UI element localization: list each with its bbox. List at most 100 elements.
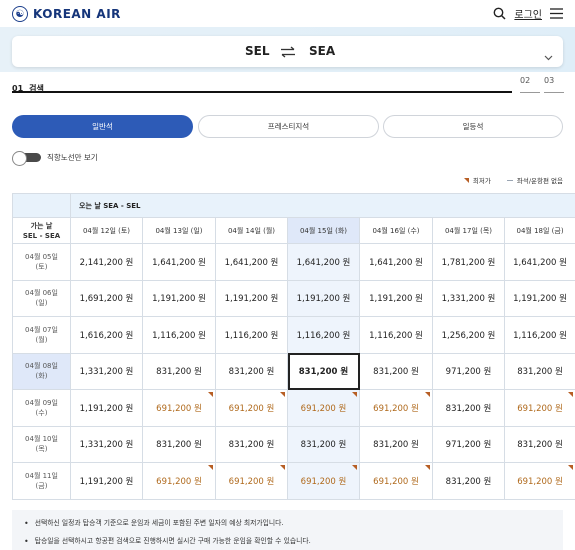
fare-cell[interactable]: 831,200 원: [359, 425, 433, 463]
fare-cell[interactable]: 1,331,200 원: [70, 425, 143, 463]
taeguk-logo-icon: ☯: [12, 6, 28, 22]
fare-cell[interactable]: 691,200 원: [503, 389, 575, 427]
depart-date: 04월 10일: [25, 435, 58, 444]
fare-cell[interactable]: 691,200 원: [142, 462, 216, 500]
fare-cell[interactable]: 831,200 원: [215, 352, 288, 390]
fare-cell[interactable]: 691,200 원: [287, 389, 360, 427]
depart-date-header: 04월 11일 (금): [12, 462, 71, 500]
fare-cell[interactable]: 1,781,200 원: [432, 243, 505, 281]
fare-cell[interactable]: 1,191,200 원: [215, 279, 288, 317]
fare-cell[interactable]: 831,200 원: [359, 352, 433, 390]
fare-cell[interactable]: 691,200 원: [503, 462, 575, 500]
fare-cell[interactable]: 831,200 원: [287, 425, 360, 463]
return-date-header: 04월 18일 (금): [503, 217, 575, 244]
depart-axis-label: 가는 날 SEL - SEA: [12, 217, 71, 244]
direct-only-toggle[interactable]: [12, 151, 41, 166]
tab-first[interactable]: 일등석: [383, 115, 563, 138]
fare-cell[interactable]: 1,331,200 원: [432, 279, 505, 317]
origin-code[interactable]: SEL: [245, 44, 270, 58]
fare-cell[interactable]: 831,200 원: [142, 425, 216, 463]
destination-code[interactable]: SEA: [309, 44, 335, 58]
fare-cell[interactable]: 971,200 원: [432, 352, 505, 390]
fare-notes: • 선택하신 일정과 탑승객 기준으로 운임과 세금이 포함된 주변 일자의 예상…: [12, 510, 563, 550]
fare-cell[interactable]: 1,641,200 원: [503, 243, 575, 281]
fare-cell[interactable]: 691,200 원: [359, 389, 433, 427]
depart-date: 04월 06일: [25, 289, 58, 298]
fare-cell[interactable]: 831,200 원: [432, 462, 505, 500]
swap-arrows-icon[interactable]: [280, 43, 296, 62]
note-text: 탑승일을 선택하시고 항공편 검색으로 진행하시면 실시간 구매 가능한 운임을…: [34, 537, 311, 545]
fare-cell[interactable]: 691,200 원: [215, 462, 288, 500]
fare-cell[interactable]: 691,200 원: [215, 389, 288, 427]
fare-cell[interactable]: 831,200 원: [142, 352, 216, 390]
depart-date: 04월 07일: [25, 325, 58, 334]
depart-weekday: (화): [35, 372, 48, 381]
legend-unavailable: 좌석/운항편 없음: [506, 175, 563, 185]
fare-cell[interactable]: 831,200 원: [215, 425, 288, 463]
depart-date: 04월 08일: [25, 362, 58, 371]
fare-cell[interactable]: 831,200 원: [503, 425, 575, 463]
korean-air-logo[interactable]: ☯ KOREAN AIR: [12, 6, 121, 22]
fare-cell[interactable]: 1,116,200 원: [503, 316, 575, 354]
top-header: ☯ KOREAN AIR 로그인: [0, 0, 575, 27]
return-date-header: 04월 15일 (화): [287, 217, 360, 244]
fare-cell[interactable]: 1,641,200 원: [359, 243, 433, 281]
table-row: 04월 07일 (월) 1,616,200 원 1,116,200 원 1,116,20…: [12, 316, 575, 354]
step-2: 02: [520, 76, 540, 93]
table-row: 04월 05일 (토) 2,141,200 원 1,641,200 원 1,641,20…: [12, 243, 575, 281]
fare-cell[interactable]: 1,191,200 원: [142, 279, 216, 317]
fare-cell[interactable]: 1,641,200 원: [287, 243, 360, 281]
depart-route: SEL - SEA: [22, 231, 61, 240]
login-link[interactable]: 로그인: [514, 6, 542, 21]
depart-weekday: (토): [35, 262, 48, 271]
hamburger-menu-icon[interactable]: [550, 8, 563, 19]
fare-cell[interactable]: 971,200 원: [432, 425, 505, 463]
fare-cell[interactable]: 1,691,200 원: [70, 279, 143, 317]
fare-cell[interactable]: 1,191,200 원: [503, 279, 575, 317]
depart-weekday: (월): [35, 335, 48, 344]
fare-cell[interactable]: 1,331,200 원: [70, 352, 143, 390]
legend-lowest: 최저가: [463, 175, 491, 185]
fare-cell[interactable]: 691,200 원: [359, 462, 433, 500]
fare-cell[interactable]: 1,256,200 원: [432, 316, 505, 354]
fare-cell[interactable]: 691,200 원: [142, 389, 216, 427]
depart-date-header: 04월 07일 (월): [12, 316, 71, 354]
tab-prestige[interactable]: 프레스티지석: [198, 115, 379, 138]
return-date-header: 04월 13일 (일): [142, 217, 216, 244]
fare-cell[interactable]: 1,116,200 원: [287, 316, 360, 354]
depart-label: 가는 날: [30, 221, 53, 230]
fare-cell[interactable]: 1,116,200 원: [215, 316, 288, 354]
fare-cell[interactable]: 1,191,200 원: [70, 462, 143, 500]
table-row: 04월 06일 (일) 1,691,200 원 1,191,200 원 1,191,20…: [12, 279, 575, 317]
step-label: 검색: [29, 84, 44, 93]
chevron-down-icon[interactable]: [544, 46, 553, 65]
fare-cell[interactable]: 831,200 원: [432, 389, 505, 427]
unavailable-marker-icon: [506, 179, 513, 181]
fare-cell[interactable]: 831,200 원: [503, 352, 575, 390]
fare-cell[interactable]: 1,191,200 원: [359, 279, 433, 317]
fare-cell[interactable]: 1,641,200 원: [215, 243, 288, 281]
fare-cell[interactable]: 1,616,200 원: [70, 316, 143, 354]
fare-cell[interactable]: 1,116,200 원: [142, 316, 216, 354]
depart-date: 04월 11일: [25, 471, 58, 480]
direct-only-label: 직항노선만 보기: [47, 153, 98, 162]
route-selector[interactable]: SEL SEA: [12, 36, 563, 67]
fare-cell[interactable]: 2,141,200 원: [70, 243, 143, 281]
search-icon[interactable]: [493, 7, 506, 20]
direct-flight-toggle-row: 직항노선만 보기: [12, 151, 98, 166]
fare-cell[interactable]: 831,200 원: [287, 352, 360, 390]
fare-cell[interactable]: 1,191,200 원: [287, 279, 360, 317]
depart-weekday: (일): [35, 299, 48, 308]
fare-cell[interactable]: 1,116,200 원: [359, 316, 433, 354]
legend-lowest-label: 최저가: [472, 177, 491, 185]
step-number: 01: [12, 84, 24, 93]
depart-date: 04월 09일: [25, 398, 58, 407]
fare-cell[interactable]: 691,200 원: [287, 462, 360, 500]
lowest-fare-marker-icon: [463, 177, 469, 183]
fare-cell[interactable]: 1,191,200 원: [70, 389, 143, 427]
fare-cell[interactable]: 1,641,200 원: [142, 243, 216, 281]
table-row: 04월 10일 (목) 1,331,200 원 831,200 원 831,200 원8…: [12, 425, 575, 463]
depart-date-header: 04월 05일 (토): [12, 243, 71, 281]
table-row: 04월 08일 (화) 1,331,200 원 831,200 원 831,200 원8…: [12, 352, 575, 390]
tab-economy[interactable]: 일반석: [12, 115, 193, 138]
